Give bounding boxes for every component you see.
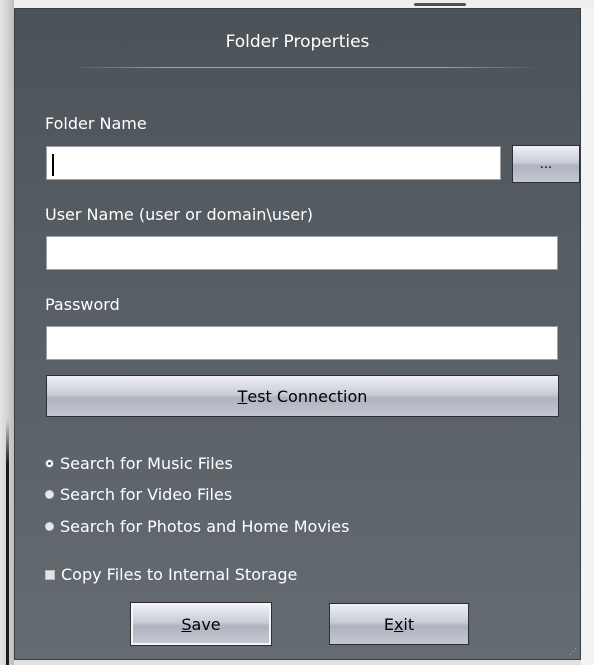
exit-button[interactable]: Ex it: [329, 603, 469, 645]
resize-grip-icon[interactable]: ⋰: [569, 648, 577, 656]
user-name-input[interactable]: [46, 236, 558, 270]
exit-label-end: it: [403, 614, 415, 634]
text-cursor: [52, 154, 54, 176]
search-photos-label: Search for Photos and Home Movies: [60, 517, 350, 536]
dialog-title: Folder Properties: [225, 32, 370, 52]
browse-folder-button[interactable]: ...: [512, 145, 580, 183]
window-shadow: [6, 420, 9, 665]
radio-unselected-icon: [45, 522, 54, 531]
browse-button-label: ...: [539, 156, 553, 172]
folder-name-input[interactable]: [46, 146, 501, 180]
search-video-option[interactable]: Search for Video Files: [45, 485, 232, 504]
test-connection-mnemonic: T: [237, 386, 248, 406]
exit-label-start: E: [383, 614, 394, 634]
test-connection-label: est Connection: [247, 386, 368, 406]
right-frame: [581, 8, 594, 665]
folder-name-label: Folder Name: [45, 114, 147, 133]
password-input[interactable]: [46, 326, 558, 360]
password-label: Password: [45, 295, 120, 314]
search-video-label: Search for Video Files: [60, 485, 233, 504]
exit-mnemonic: x: [393, 614, 404, 634]
search-photos-option[interactable]: Search for Photos and Home Movies: [45, 517, 349, 536]
copy-files-label: Copy Files to Internal Storage: [61, 565, 298, 584]
bottom-frame: [14, 660, 581, 665]
save-mnemonic: S: [181, 614, 192, 634]
search-music-option[interactable]: Search for Music Files: [45, 454, 233, 473]
copy-files-checkbox[interactable]: Copy Files to Internal Storage: [45, 565, 297, 584]
save-label: ave: [191, 614, 221, 634]
top-drag-mark: [414, 3, 466, 6]
save-button[interactable]: Save: [131, 603, 271, 645]
title-divider: [69, 67, 539, 68]
user-name-label: User Name (user or domain\user): [45, 205, 313, 224]
radio-selected-icon: [45, 459, 54, 468]
test-connection-button[interactable]: Test Connection: [46, 375, 559, 417]
folder-properties-dialog: Folder Properties Folder Name ... User N…: [14, 8, 581, 660]
radio-unselected-icon: [45, 490, 54, 499]
top-strip: [14, 0, 594, 8]
checkbox-icon: [45, 569, 55, 580]
search-music-label: Search for Music Files: [60, 454, 233, 473]
background-window-edge: [0, 0, 14, 665]
